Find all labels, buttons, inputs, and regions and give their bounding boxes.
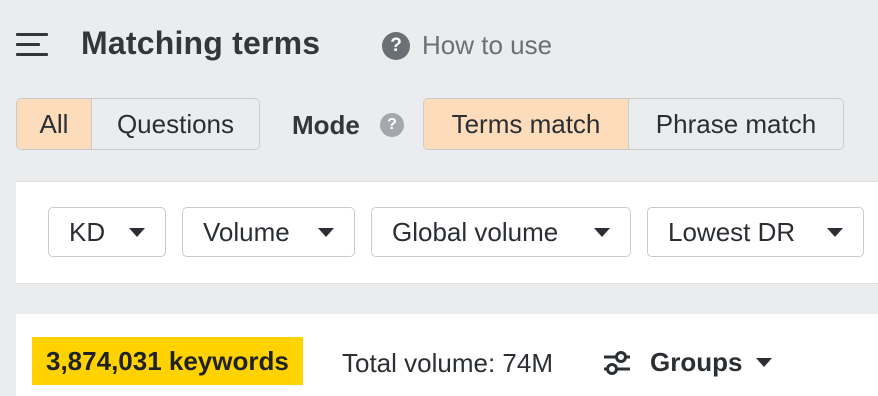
mode-option-terms-match[interactable]: Terms match [424,99,628,149]
filter-kd-label: KD [69,216,106,247]
results-panel: 3,874,031 keywords Total volume: 74M Gro… [16,314,878,396]
mode-label: Mode [292,110,360,140]
filter-volume-dropdown[interactable]: Volume [182,207,355,257]
filter-kd-dropdown[interactable]: KD [48,207,166,257]
type-option-questions[interactable]: Questions [91,99,259,149]
caret-down-icon [594,227,610,237]
type-option-all[interactable]: All [17,99,91,149]
total-volume: Total volume: 74M [342,348,553,378]
filter-panel: KD Volume Global volume Lowest DR [16,181,878,284]
groups-dropdown[interactable]: Groups [602,347,773,378]
page-title: Matching terms [81,25,321,61]
groups-label: Groups [650,347,743,377]
mode-option-phrase-match[interactable]: Phrase match [628,99,843,149]
filter-volume-label: Volume [203,216,290,247]
how-to-use-label: How to use [422,30,553,60]
filter-global-volume-dropdown[interactable]: Global volume [371,207,631,257]
caret-down-icon [129,227,145,237]
mode-toggle: Terms match Phrase match [423,98,844,150]
caret-down-icon [318,227,334,237]
question-circle-icon: ? [382,31,410,60]
keyword-count-badge: 3,874,031 keywords [32,337,303,385]
caret-down-icon [827,227,843,237]
how-to-use-link[interactable]: ? How to use [382,30,552,61]
sliders-icon [604,350,630,375]
filter-global-volume-label: Global volume [392,216,559,247]
type-filter-toggle: All Questions [16,98,260,150]
filter-lowest-dr-label: Lowest DR [668,216,796,247]
filter-lowest-dr-dropdown[interactable]: Lowest DR [647,207,864,257]
hamburger-menu-icon[interactable] [16,33,48,57]
caret-down-icon [756,358,773,367]
question-circle-icon[interactable]: ? [380,113,404,137]
